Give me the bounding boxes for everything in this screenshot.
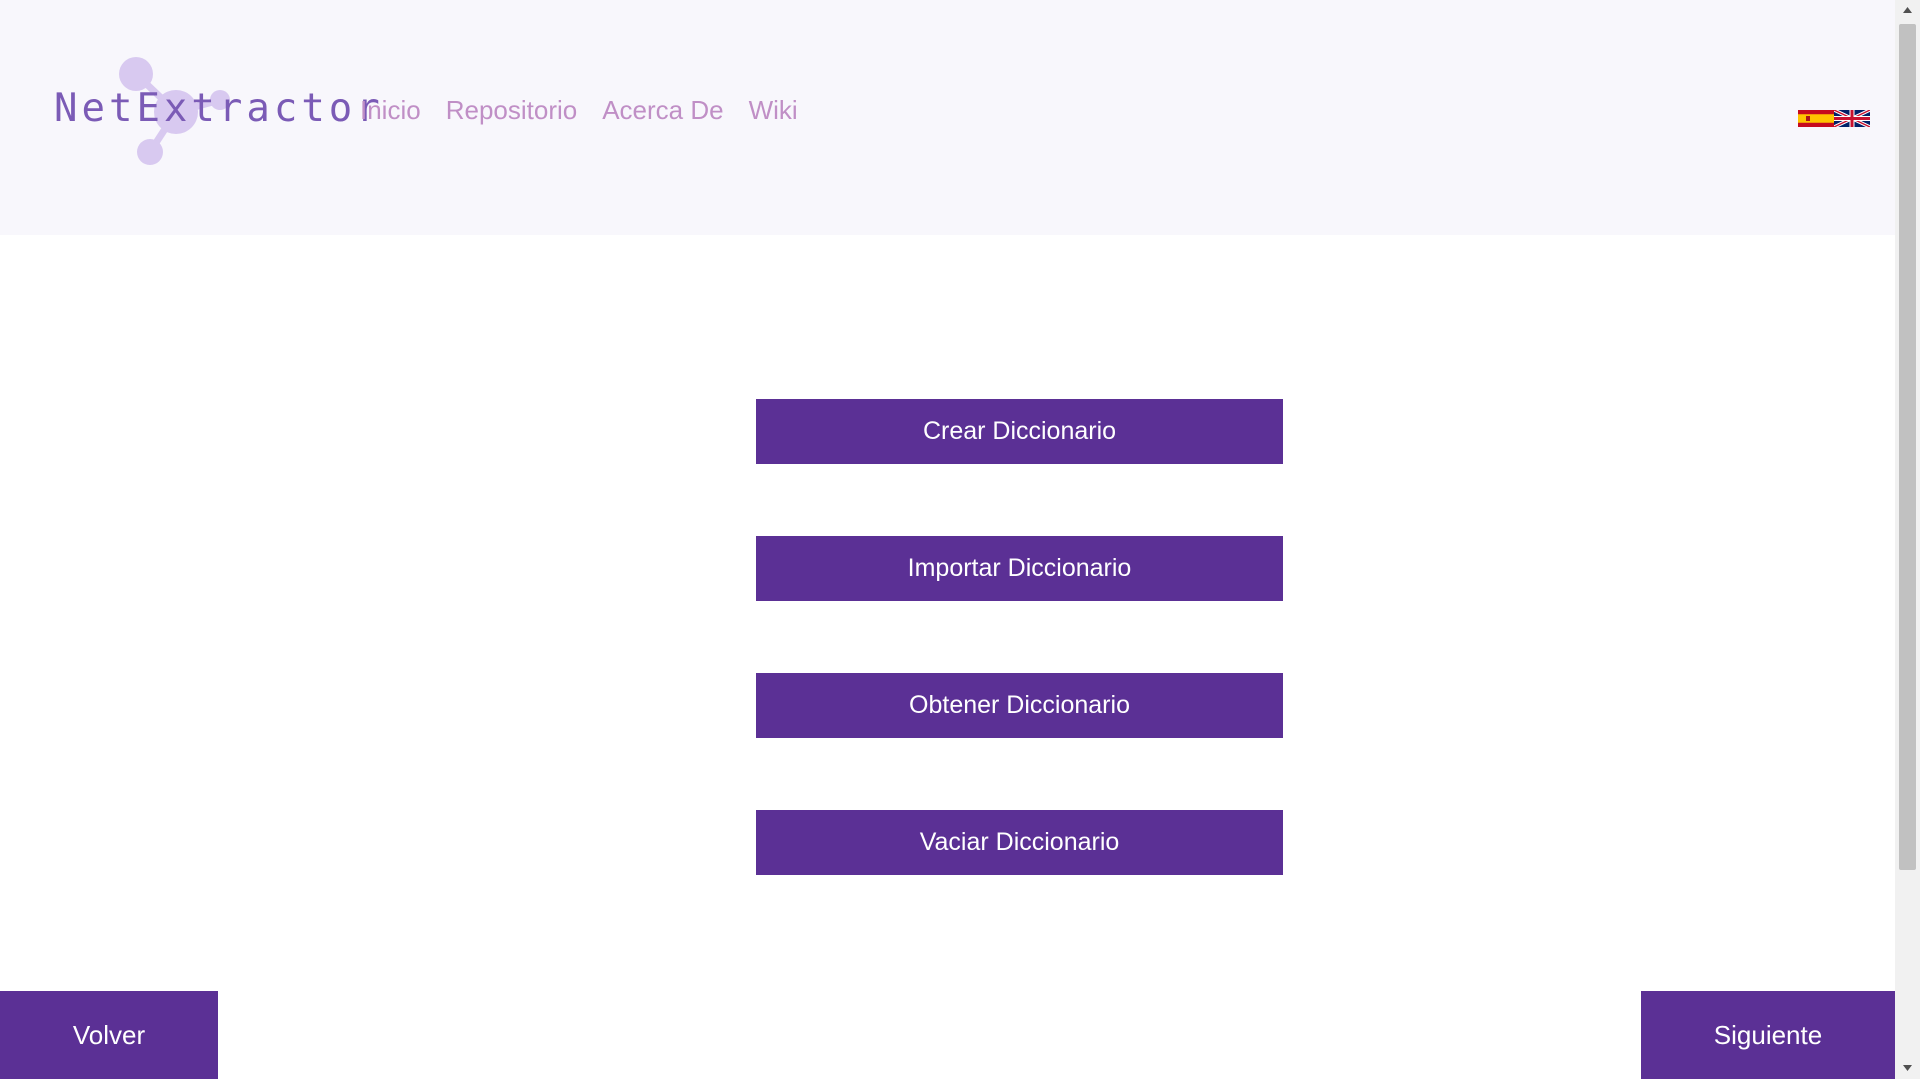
uk-flag-icon[interactable] (1834, 110, 1870, 127)
nav-repositorio[interactable]: Repositorio (446, 95, 578, 126)
page: NetExtractor Inicio Repositorio Acerca D… (0, 0, 1895, 1079)
language-selector (1798, 110, 1870, 127)
nav-inicio[interactable]: Inicio (360, 95, 421, 126)
scroll-up-arrow-icon[interactable] (1900, 4, 1915, 16)
spain-flag-icon[interactable] (1798, 110, 1834, 127)
nav-wiki[interactable]: Wiki (749, 95, 798, 126)
get-dictionary-button[interactable]: Obtener Diccionario (756, 673, 1283, 738)
scrollbar-thumb[interactable] (1899, 24, 1916, 870)
back-button[interactable]: Volver (0, 991, 218, 1079)
logo-text: NetExtractor (54, 86, 384, 131)
main-nav: Inicio Repositorio Acerca De Wiki (360, 95, 798, 126)
clear-dictionary-button[interactable]: Vaciar Diccionario (756, 810, 1283, 875)
nav-acerca-de[interactable]: Acerca De (602, 95, 723, 126)
import-dictionary-button[interactable]: Importar Diccionario (756, 536, 1283, 601)
next-button[interactable]: Siguiente (1641, 991, 1895, 1079)
dictionary-actions: Crear Diccionario Importar Diccionario O… (756, 399, 1283, 947)
scroll-down-arrow-icon[interactable] (1900, 1062, 1915, 1074)
vertical-scrollbar[interactable] (1895, 0, 1920, 1079)
header: NetExtractor Inicio Repositorio Acerca D… (0, 0, 1895, 235)
logo[interactable]: NetExtractor (50, 52, 380, 172)
create-dictionary-button[interactable]: Crear Diccionario (756, 399, 1283, 464)
